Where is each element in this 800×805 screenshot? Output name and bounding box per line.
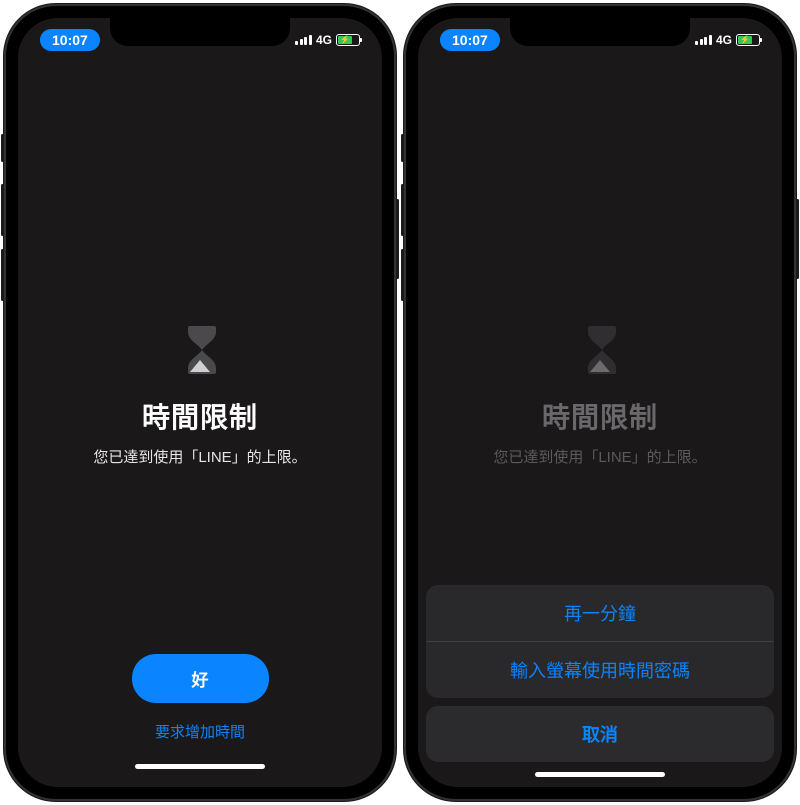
bottom-controls: 好 要求增加時間 [18,654,382,787]
status-time: 10:07 [40,29,100,51]
mute-switch [401,134,404,162]
volume-down-button [1,249,4,301]
status-right: 4G ⚡ [295,33,360,47]
battery-icon: ⚡ [736,34,760,46]
battery-icon: ⚡ [336,34,360,46]
hourglass-icon [576,322,624,378]
network-label: 4G [716,33,732,47]
mute-switch [1,134,4,162]
cancel-button[interactable]: 取消 [426,706,774,762]
volume-up-button [401,184,404,236]
ok-button[interactable]: 好 [132,654,269,703]
charging-icon: ⚡ [340,36,350,44]
action-sheet-group: 再一分鐘 輸入螢幕使用時間密碼 [426,585,774,698]
status-time: 10:07 [440,29,500,51]
time-limit-title: 時間限制 [142,396,258,436]
signal-icon [695,35,712,45]
status-right: 4G ⚡ [695,33,760,47]
network-label: 4G [316,33,332,47]
request-more-time-link[interactable]: 要求增加時間 [155,721,245,742]
phone-frame-right: 10:07 4G ⚡ 時間限制 您已達到使用「LINE」的上限。 [404,4,796,801]
time-limit-subtitle: 您已達到使用「LINE」的上限。 [93,446,306,467]
screen-right: 10:07 4G ⚡ 時間限制 您已達到使用「LINE」的上限。 [418,18,782,787]
charging-icon: ⚡ [740,36,750,44]
time-limit-title: 時間限制 [542,396,658,436]
home-indicator[interactable] [535,772,665,777]
home-indicator[interactable] [135,764,265,769]
enter-passcode-option[interactable]: 輸入螢幕使用時間密碼 [426,642,774,698]
time-limit-subtitle: 您已達到使用「LINE」的上限。 [493,446,706,467]
action-sheet: 再一分鐘 輸入螢幕使用時間密碼 取消 [418,585,782,787]
phone-frame-left: 10:07 4G ⚡ 時間限制 您已達到使用「LINE」的上限。 好 要 [4,4,396,801]
volume-down-button [401,249,404,301]
signal-icon [295,35,312,45]
power-button [796,199,799,279]
one-more-minute-option[interactable]: 再一分鐘 [426,585,774,642]
notch [110,18,290,46]
hourglass-icon [176,322,224,378]
volume-up-button [1,184,4,236]
screen-left: 10:07 4G ⚡ 時間限制 您已達到使用「LINE」的上限。 好 要 [18,18,382,787]
notch [510,18,690,46]
power-button [396,199,399,279]
